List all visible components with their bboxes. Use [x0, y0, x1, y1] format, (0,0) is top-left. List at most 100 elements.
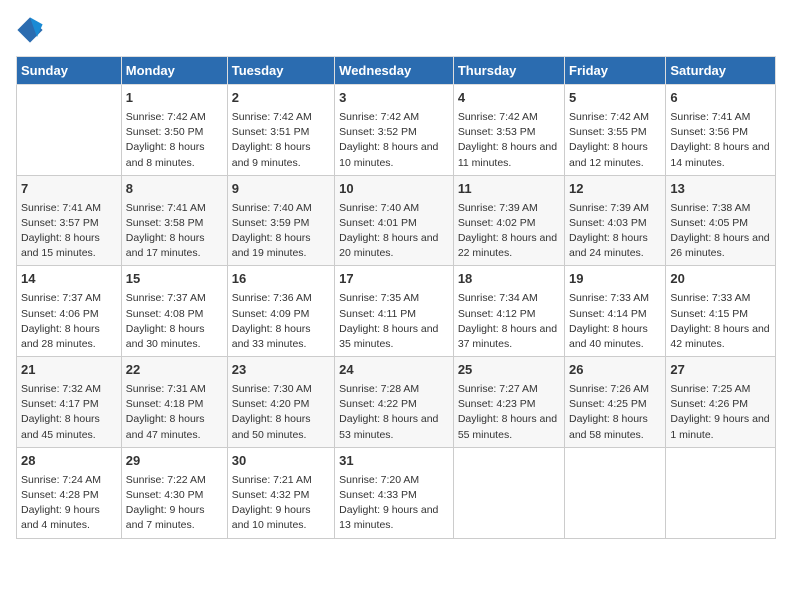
cell-info: Sunrise: 7:40 AMSunset: 3:59 PMDaylight:… [232, 201, 330, 262]
calendar-header: SundayMondayTuesdayWednesdayThursdayFrid… [17, 57, 776, 85]
calendar-cell: 10Sunrise: 7:40 AMSunset: 4:01 PMDayligh… [335, 175, 454, 266]
day-header-tuesday: Tuesday [227, 57, 334, 85]
cell-info: Sunrise: 7:42 AMSunset: 3:53 PMDaylight:… [458, 110, 560, 171]
calendar-cell: 30 Sunrise: 7:21 AMSunset: 4:32 PMDayligh… [227, 447, 334, 538]
cell-info: Sunrise: 7:22 AMSunset: 4:30 PMDaylight:… [126, 473, 223, 534]
day-number: 14 [21, 270, 117, 289]
day-number: 7 [21, 180, 117, 199]
cell-info: Sunrise: 7:40 AMSunset: 4:01 PMDaylight:… [339, 201, 449, 262]
page-header [16, 16, 776, 44]
calendar-cell: 12 Sunrise: 7:39 AMSunset: 4:03 PMDayligh… [565, 175, 666, 266]
calendar-cell: 1 Sunrise: 7:42 AMSunset: 3:50 PMDaylight… [121, 85, 227, 176]
calendar-cell: 9Sunrise: 7:40 AMSunset: 3:59 PMDaylight… [227, 175, 334, 266]
calendar-table: SundayMondayTuesdayWednesdayThursdayFrid… [16, 56, 776, 539]
cell-info: Sunrise: 7:25 AMSunset: 4:26 PMDaylight:… [670, 382, 771, 443]
header-row: SundayMondayTuesdayWednesdayThursdayFrid… [17, 57, 776, 85]
day-number: 23 [232, 361, 330, 380]
calendar-cell: 27 Sunrise: 7:25 AMSunset: 4:26 PMDayligh… [666, 357, 776, 448]
cell-info: Sunrise: 7:42 AMSunset: 3:52 PMDaylight:… [339, 110, 449, 171]
calendar-cell: 3 Sunrise: 7:42 AMSunset: 3:52 PMDaylight… [335, 85, 454, 176]
calendar-cell: 21Sunrise: 7:32 AMSunset: 4:17 PMDayligh… [17, 357, 122, 448]
day-number: 4 [458, 89, 560, 108]
calendar-cell: 13Sunrise: 7:38 AMSunset: 4:05 PMDayligh… [666, 175, 776, 266]
day-number: 12 [569, 180, 661, 199]
logo [16, 16, 46, 44]
cell-info: Sunrise: 7:35 AMSunset: 4:11 PMDaylight:… [339, 291, 449, 352]
day-number: 6 [670, 89, 771, 108]
day-number: 1 [126, 89, 223, 108]
cell-info: Sunrise: 7:33 AMSunset: 4:15 PMDaylight:… [670, 291, 771, 352]
day-number: 19 [569, 270, 661, 289]
day-header-sunday: Sunday [17, 57, 122, 85]
cell-info: Sunrise: 7:32 AMSunset: 4:17 PMDaylight:… [21, 382, 117, 443]
week-row-2: 7 Sunrise: 7:41 AMSunset: 3:57 PMDaylight… [17, 175, 776, 266]
cell-info: Sunrise: 7:39 AMSunset: 4:03 PMDaylight:… [569, 201, 661, 262]
calendar-cell: 14 Sunrise: 7:37 AMSunset: 4:06 PMDayligh… [17, 266, 122, 357]
calendar-cell [666, 447, 776, 538]
day-number: 5 [569, 89, 661, 108]
cell-info: Sunrise: 7:27 AMSunset: 4:23 PMDaylight:… [458, 382, 560, 443]
cell-info: Sunrise: 7:41 AMSunset: 3:56 PMDaylight:… [670, 110, 771, 171]
day-number: 18 [458, 270, 560, 289]
cell-info: Sunrise: 7:20 AMSunset: 4:33 PMDaylight:… [339, 473, 449, 534]
day-number: 20 [670, 270, 771, 289]
day-number: 3 [339, 89, 449, 108]
calendar-cell [565, 447, 666, 538]
day-number: 28 [21, 452, 117, 471]
calendar-cell: 26Sunrise: 7:26 AMSunset: 4:25 PMDayligh… [565, 357, 666, 448]
calendar-cell: 28Sunrise: 7:24 AMSunset: 4:28 PMDayligh… [17, 447, 122, 538]
day-number: 29 [126, 452, 223, 471]
day-number: 22 [126, 361, 223, 380]
cell-info: Sunrise: 7:39 AMSunset: 4:02 PMDaylight:… [458, 201, 560, 262]
day-number: 13 [670, 180, 771, 199]
day-header-monday: Monday [121, 57, 227, 85]
day-number: 11 [458, 180, 560, 199]
calendar-cell: 15 Sunrise: 7:37 AMSunset: 4:08 PMDayligh… [121, 266, 227, 357]
cell-info: Sunrise: 7:41 AMSunset: 3:57 PMDaylight:… [21, 201, 117, 262]
cell-info: Sunrise: 7:33 AMSunset: 4:14 PMDaylight:… [569, 291, 661, 352]
cell-info: Sunrise: 7:28 AMSunset: 4:22 PMDaylight:… [339, 382, 449, 443]
cell-info: Sunrise: 7:34 AMSunset: 4:12 PMDaylight:… [458, 291, 560, 352]
day-number: 24 [339, 361, 449, 380]
day-number: 26 [569, 361, 661, 380]
calendar-cell: 22 Sunrise: 7:31 AMSunset: 4:18 PMDayligh… [121, 357, 227, 448]
day-number: 27 [670, 361, 771, 380]
calendar-cell: 4 Sunrise: 7:42 AMSunset: 3:53 PMDaylight… [453, 85, 564, 176]
calendar-cell: 23 Sunrise: 7:30 AMSunset: 4:20 PMDayligh… [227, 357, 334, 448]
logo-icon [16, 16, 44, 44]
calendar-cell: 20 Sunrise: 7:33 AMSunset: 4:15 PMDayligh… [666, 266, 776, 357]
week-row-4: 21Sunrise: 7:32 AMSunset: 4:17 PMDayligh… [17, 357, 776, 448]
week-row-1: 1 Sunrise: 7:42 AMSunset: 3:50 PMDaylight… [17, 85, 776, 176]
day-number: 2 [232, 89, 330, 108]
day-header-friday: Friday [565, 57, 666, 85]
calendar-cell: 17Sunrise: 7:35 AMSunset: 4:11 PMDayligh… [335, 266, 454, 357]
cell-info: Sunrise: 7:42 AMSunset: 3:51 PMDaylight:… [232, 110, 330, 171]
cell-info: Sunrise: 7:37 AMSunset: 4:06 PMDaylight:… [21, 291, 117, 352]
calendar-cell: 7 Sunrise: 7:41 AMSunset: 3:57 PMDaylight… [17, 175, 122, 266]
calendar-cell: 29 Sunrise: 7:22 AMSunset: 4:30 PMDayligh… [121, 447, 227, 538]
calendar-cell: 19 Sunrise: 7:33 AMSunset: 4:14 PMDayligh… [565, 266, 666, 357]
cell-info: Sunrise: 7:41 AMSunset: 3:58 PMDaylight:… [126, 201, 223, 262]
calendar-cell: 24 Sunrise: 7:28 AMSunset: 4:22 PMDayligh… [335, 357, 454, 448]
cell-info: Sunrise: 7:30 AMSunset: 4:20 PMDaylight:… [232, 382, 330, 443]
calendar-cell: 25 Sunrise: 7:27 AMSunset: 4:23 PMDayligh… [453, 357, 564, 448]
calendar-cell [17, 85, 122, 176]
calendar-body: 1 Sunrise: 7:42 AMSunset: 3:50 PMDaylight… [17, 85, 776, 539]
calendar-cell [453, 447, 564, 538]
calendar-cell: 16Sunrise: 7:36 AMSunset: 4:09 PMDayligh… [227, 266, 334, 357]
calendar-cell: 31Sunrise: 7:20 AMSunset: 4:33 PMDayligh… [335, 447, 454, 538]
day-header-wednesday: Wednesday [335, 57, 454, 85]
day-number: 15 [126, 270, 223, 289]
cell-info: Sunrise: 7:31 AMSunset: 4:18 PMDaylight:… [126, 382, 223, 443]
week-row-5: 28Sunrise: 7:24 AMSunset: 4:28 PMDayligh… [17, 447, 776, 538]
cell-info: Sunrise: 7:42 AMSunset: 3:50 PMDaylight:… [126, 110, 223, 171]
calendar-cell: 18 Sunrise: 7:34 AMSunset: 4:12 PMDayligh… [453, 266, 564, 357]
cell-info: Sunrise: 7:21 AMSunset: 4:32 PMDaylight:… [232, 473, 330, 534]
day-number: 30 [232, 452, 330, 471]
day-number: 25 [458, 361, 560, 380]
week-row-3: 14 Sunrise: 7:37 AMSunset: 4:06 PMDayligh… [17, 266, 776, 357]
calendar-cell: 2 Sunrise: 7:42 AMSunset: 3:51 PMDaylight… [227, 85, 334, 176]
cell-info: Sunrise: 7:36 AMSunset: 4:09 PMDaylight:… [232, 291, 330, 352]
cell-info: Sunrise: 7:37 AMSunset: 4:08 PMDaylight:… [126, 291, 223, 352]
calendar-cell: 5Sunrise: 7:42 AMSunset: 3:55 PMDaylight… [565, 85, 666, 176]
